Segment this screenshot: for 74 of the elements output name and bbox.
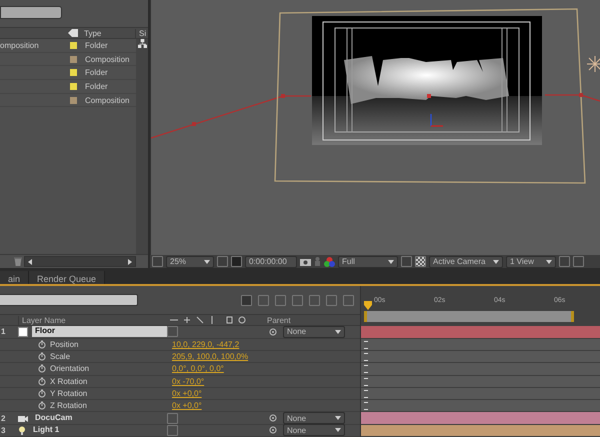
color-channels-icon[interactable] [324,256,335,267]
property-value[interactable]: 0x +0,0° [167,388,202,398]
light-bulb-icon [18,426,26,435]
layer-name[interactable]: DocuCam [32,412,167,424]
caret-icon[interactable] [493,258,499,265]
caret-icon[interactable] [335,328,341,335]
layer-number: 2 [0,414,6,423]
pick-whip-icon[interactable] [269,328,277,336]
parent-dropdown[interactable]: None [283,326,345,338]
flowchart-icon[interactable] [138,39,146,48]
panel-tab[interactable]: ain [0,271,30,284]
stopwatch-icon[interactable] [38,388,46,398]
layer-number: 1 [0,327,6,336]
panel-tab[interactable]: Render Queue [29,271,106,284]
property-name: Orientation [50,364,90,374]
resolution-dropdown[interactable]: Full [338,256,398,268]
layer-duration-bar[interactable] [361,412,600,425]
caret-icon[interactable] [204,258,210,265]
property-name: X Rotation [50,376,88,386]
caret-icon[interactable] [546,258,552,265]
zoom-dropdown[interactable]: 25% [166,256,214,268]
caret-icon[interactable] [27,258,33,265]
item-type: Composition [85,54,130,64]
search-field[interactable] [0,294,138,306]
property-value[interactable]: 0x -70,0° [167,376,204,386]
property-name: Scale [50,352,70,362]
item-type: Folder [85,68,108,78]
layer-name[interactable]: Floor [32,326,167,338]
label-color-swatch[interactable] [70,82,77,90]
stopwatch-icon[interactable] [38,364,46,374]
label-color-swatch[interactable] [70,42,77,49]
parent-dropdown[interactable]: None [283,412,345,424]
vertical-scrollbar[interactable] [136,39,148,254]
property-value[interactable]: 205,9, 100,0, 100,0% [167,352,248,362]
camera-icon [18,414,28,422]
item-type: Folder [85,40,108,50]
horizontal-scrollbar[interactable] [24,256,136,268]
property-name: Y Rotation [50,388,88,398]
parent-dropdown[interactable]: None [283,424,345,436]
column-header: Parent [266,316,291,325]
label-color-swatch[interactable] [70,96,77,104]
property-value[interactable]: 10,0, 229,0, -447,2 [167,340,240,349]
item-type: Folder [85,82,108,91]
camera-snapshot-icon[interactable] [300,257,311,266]
label-color-swatch[interactable] [70,69,77,76]
checkerboard-icon[interactable] [415,256,426,268]
search-field[interactable] [0,6,62,19]
layer-number: 3 [0,426,6,435]
property-value[interactable]: 0,0°, 0,0°, 0,0° [167,364,224,374]
playhead-icon[interactable] [364,301,372,310]
solid-swatch-icon [18,326,28,337]
column-header: Layer Name [18,316,167,325]
caret-icon[interactable] [388,258,394,265]
layer-duration-bar[interactable] [361,424,600,437]
caret-icon[interactable] [127,258,133,265]
column-header[interactable]: Si [135,28,146,38]
view-dropdown[interactable]: Active Camera [429,256,503,268]
stopwatch-icon[interactable] [38,352,46,362]
work-area-bar[interactable] [364,311,574,322]
stopwatch-icon[interactable] [38,340,46,349]
time-field[interactable]: 0:00:00:00 [245,256,297,268]
property-name: Position [50,340,78,349]
layer-name[interactable]: Light 1 [30,424,167,436]
column-header[interactable]: Type [78,28,135,38]
label-tag-icon[interactable] [68,29,78,37]
stopwatch-icon[interactable] [38,376,46,386]
layer-duration-bar[interactable] [361,326,600,339]
property-name: Z Rotation [50,401,87,410]
property-value[interactable]: 0x +0,0° [167,401,202,410]
item-name[interactable]: omposition [0,40,39,50]
stopwatch-icon[interactable] [38,401,46,410]
item-type: Composition [85,96,130,105]
label-color-swatch[interactable] [70,56,77,63]
layout-dropdown[interactable]: 1 View [506,256,556,268]
